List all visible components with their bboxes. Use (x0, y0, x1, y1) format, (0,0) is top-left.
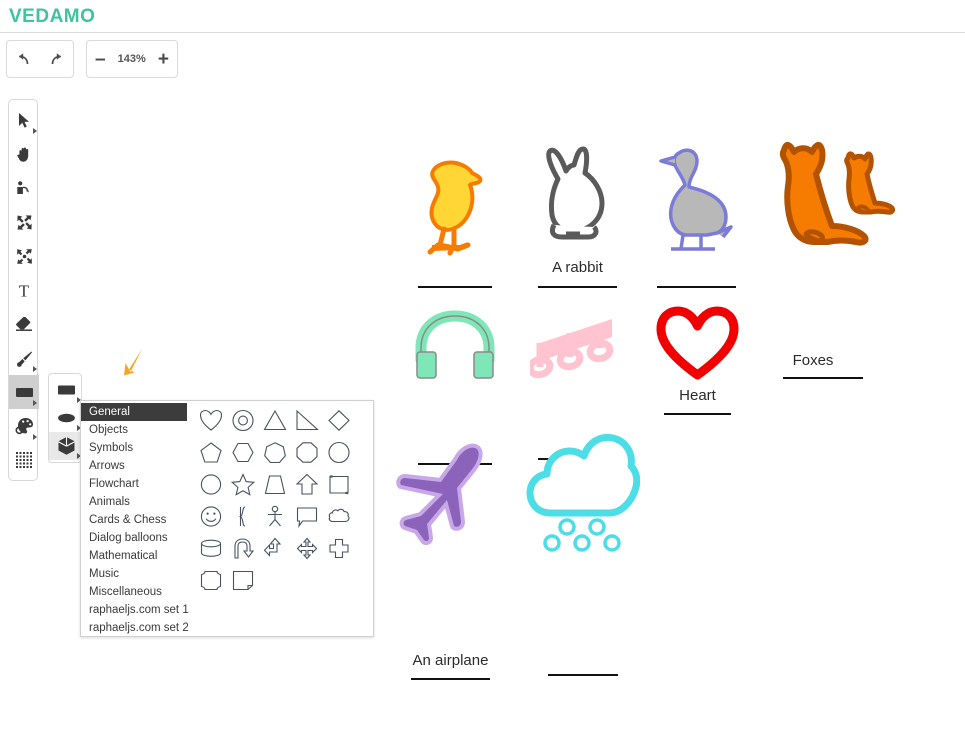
zoom-level-label: 143% (117, 53, 146, 65)
heart-answer-line[interactable] (664, 413, 731, 415)
airplane-answer-line[interactable] (411, 678, 490, 680)
redo-button[interactable] (40, 41, 73, 77)
foxes-label: Foxes (792, 352, 834, 369)
rabbit-label: A rabbit (552, 259, 603, 276)
duck-answer-line[interactable] (657, 286, 736, 288)
raincloud-drawing[interactable] (525, 425, 640, 676)
rabbit-drawing[interactable]: A rabbit (530, 145, 625, 288)
vedamo-logo: VEDAMO (9, 6, 96, 27)
foxes-drawing[interactable]: Foxes (770, 130, 900, 379)
app-header: VEDAMO (0, 0, 965, 33)
undo-redo-group (6, 40, 74, 78)
duck-drawing[interactable] (655, 145, 740, 288)
airplane-label: An airplane (412, 652, 489, 669)
music-notes-drawing[interactable] (530, 305, 625, 460)
chick-drawing[interactable] (410, 145, 500, 288)
zoom-out-button[interactable]: – (95, 50, 106, 69)
raincloud-answer-line[interactable] (548, 674, 618, 676)
undo-button[interactable] (7, 41, 40, 77)
whiteboard-canvas[interactable]: A rabbit Foxes Heart An airplane (0, 90, 965, 740)
heart-label: Heart (679, 387, 716, 404)
zoom-group: – 143% + (86, 40, 178, 78)
whiteboard-app: VEDAMO – 143% + T General Objects Symbol… (0, 0, 965, 740)
rabbit-answer-line[interactable] (538, 286, 617, 288)
zoom-in-button[interactable]: + (158, 50, 169, 69)
headphones-drawing[interactable] (410, 310, 500, 465)
chick-answer-line[interactable] (418, 286, 492, 288)
heart-drawing[interactable]: Heart (655, 305, 740, 415)
airplane-drawing[interactable]: An airplane (393, 440, 508, 680)
foxes-answer-line[interactable] (783, 377, 863, 379)
